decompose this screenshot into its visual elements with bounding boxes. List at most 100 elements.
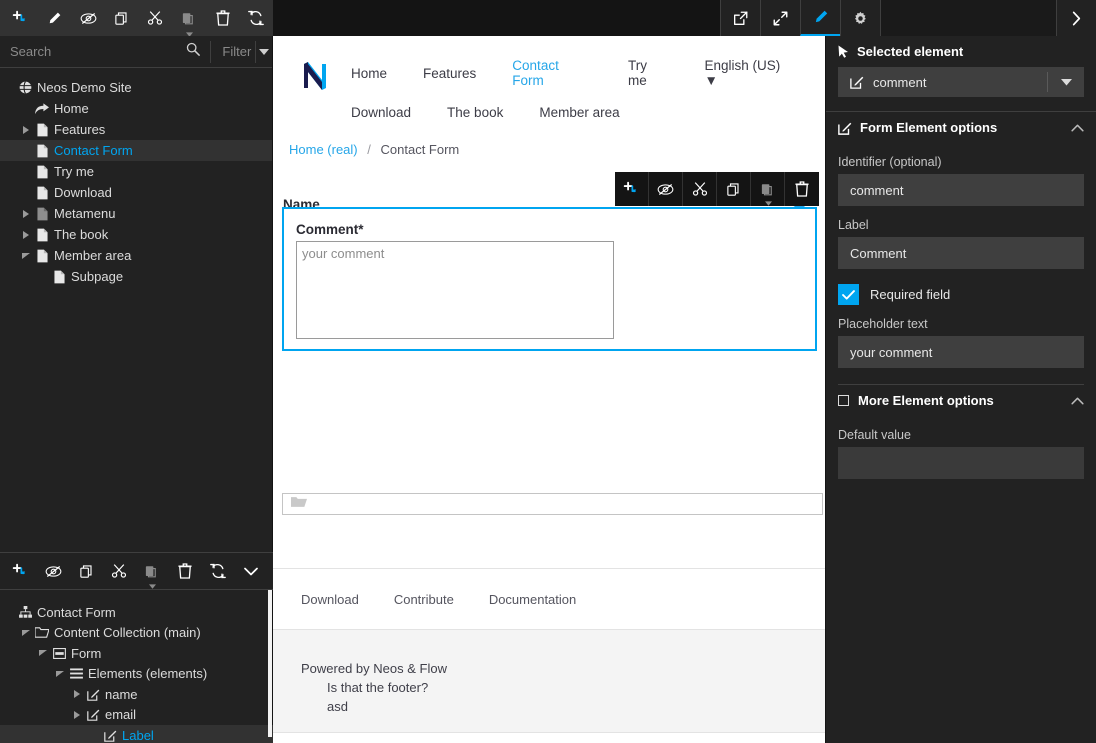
cut-button[interactable] <box>139 1 173 36</box>
edit-mode-button[interactable] <box>800 0 840 36</box>
filter-box[interactable]: Filter <box>210 36 254 68</box>
search-input[interactable] <box>10 44 186 59</box>
structure-tree-item[interactable]: Contact Form <box>0 602 273 623</box>
add-element-button[interactable] <box>4 553 37 590</box>
filter-dropdown-button[interactable] <box>255 36 272 68</box>
caret-collapsed-icon[interactable] <box>70 710 84 719</box>
selected-comment-element[interactable]: Comment* <box>282 207 817 351</box>
delete-node-button[interactable] <box>785 172 819 206</box>
structure-tree-scrollbar[interactable] <box>268 590 272 737</box>
page-tree-item[interactable]: Home <box>0 98 272 119</box>
site-nav-secondary-link[interactable]: Member area <box>539 105 619 120</box>
file-upload-field[interactable] <box>282 493 823 515</box>
more-element-options-heading[interactable]: More Element options <box>826 385 1096 416</box>
shortcut-arrow-icon <box>33 102 51 115</box>
footer-nav-link[interactable]: Download <box>301 592 359 607</box>
page-tree-item[interactable]: The book <box>0 224 272 245</box>
copy-element-button[interactable] <box>70 553 103 590</box>
structure-toolbar <box>0 552 273 590</box>
fullscreen-button[interactable] <box>760 0 800 36</box>
hide-node-button[interactable] <box>649 172 683 206</box>
caret-expanded-icon[interactable] <box>19 252 33 259</box>
page-tree-item[interactable]: Features <box>0 119 272 140</box>
breadcrumb-home-link[interactable]: Home (real) <box>289 142 358 157</box>
cut-element-button[interactable] <box>103 553 136 590</box>
site-nav-primary-link[interactable]: Try me <box>628 58 668 88</box>
site-nav-primary-link[interactable]: Contact Form <box>512 58 592 88</box>
caret-collapsed-icon[interactable] <box>19 125 33 134</box>
settings-button[interactable] <box>840 0 880 36</box>
open-in-new-window-button[interactable] <box>720 0 760 36</box>
footer-nav-link[interactable]: Contribute <box>394 592 454 607</box>
comment-textarea[interactable] <box>296 241 614 339</box>
collapse-panel-button[interactable] <box>234 553 267 590</box>
structure-tree-item[interactable]: Content Collection (main) <box>0 623 273 644</box>
structure-tree-item[interactable]: Form <box>0 643 273 664</box>
edit-button[interactable] <box>38 1 72 36</box>
paste-button[interactable] <box>172 1 206 37</box>
caret-expanded-icon[interactable] <box>53 670 67 677</box>
hide-button[interactable] <box>71 1 105 36</box>
cut-node-button[interactable] <box>683 172 717 206</box>
footer-nav-link[interactable]: Documentation <box>489 592 576 607</box>
identifier-input[interactable] <box>838 174 1084 206</box>
page-tree-item[interactable]: Subpage <box>0 266 272 287</box>
search-box[interactable] <box>0 36 210 68</box>
delete-button[interactable] <box>206 1 240 36</box>
caret-collapsed-icon[interactable] <box>70 690 84 699</box>
page-tree-item[interactable]: Neos Demo Site <box>0 77 272 98</box>
page-tree-item[interactable]: Metamenu <box>0 203 272 224</box>
add-node-button[interactable] <box>615 172 649 206</box>
structure-tree-item[interactable]: Label <box>0 725 273 743</box>
document-icon <box>33 228 51 242</box>
refresh-button[interactable] <box>239 1 273 36</box>
selected-element-dropdown[interactable]: comment <box>838 67 1084 97</box>
label-input[interactable] <box>838 237 1084 269</box>
language-switcher[interactable]: English (US) ▼ <box>704 58 795 88</box>
structure-tree-item[interactable]: Elements (elements) <box>0 664 273 685</box>
chevron-down-icon[interactable] <box>1048 78 1084 86</box>
page-tree-item[interactable]: Member area <box>0 245 272 266</box>
selected-element-value: comment <box>873 74 927 90</box>
breadcrumb: Home (real) / Contact Form <box>273 128 825 157</box>
copy-button[interactable] <box>105 1 139 36</box>
structure-tree-item[interactable]: name <box>0 684 273 705</box>
site-nav-primary-link[interactable]: Features <box>423 66 476 81</box>
delete-element-button[interactable] <box>168 553 201 590</box>
default-value-input[interactable] <box>838 447 1084 479</box>
paste-node-button[interactable] <box>751 172 785 206</box>
chevron-up-icon[interactable] <box>1071 393 1084 408</box>
site-nav-secondary-link[interactable]: Download <box>351 105 411 120</box>
add-node-button[interactable] <box>4 1 38 36</box>
toggle-inspector-button[interactable] <box>1056 0 1096 36</box>
placeholder-text-input[interactable] <box>838 336 1084 368</box>
page-tree: Neos Demo Site Home Features Contact Form Tr… <box>0 68 272 287</box>
checkbox-checked-icon[interactable] <box>838 284 859 305</box>
caret-collapsed-icon[interactable] <box>19 230 33 239</box>
page-tree-item[interactable]: Try me <box>0 161 272 182</box>
caret-expanded-icon[interactable] <box>36 650 50 657</box>
page-tree-item[interactable]: Download <box>0 182 272 203</box>
footer-text-block: Powered by Neos & Flow Is that the foote… <box>273 629 825 733</box>
search-icon[interactable] <box>186 42 200 61</box>
page-tree-item[interactable]: Contact Form <box>0 140 272 161</box>
refresh-element-button[interactable] <box>201 553 234 590</box>
structure-tree-label: Contact Form <box>37 604 116 620</box>
site-nav-secondary-link[interactable]: The book <box>447 105 503 120</box>
site-nav-primary-link[interactable]: Home <box>351 66 387 81</box>
structure-tree-label: email <box>105 707 137 723</box>
paste-element-button[interactable] <box>136 553 169 590</box>
form-icon <box>50 647 68 659</box>
caret-expanded-icon[interactable] <box>19 629 33 636</box>
required-field-row[interactable]: Required field <box>838 284 1084 305</box>
neos-cms-editor: Filter Neos Demo Site Home Features Contact… <box>0 0 1096 743</box>
neos-logo[interactable] <box>301 60 329 90</box>
chevron-up-icon[interactable] <box>1071 120 1084 135</box>
caret-collapsed-icon[interactable] <box>19 209 33 218</box>
copy-node-button[interactable] <box>717 172 751 206</box>
hide-element-button[interactable] <box>37 553 70 590</box>
structure-tree-item[interactable]: email <box>0 705 273 726</box>
document-icon <box>33 144 51 158</box>
form-element-options-heading[interactable]: Form Element options <box>826 112 1096 143</box>
page-tree-label: Metamenu <box>54 206 116 221</box>
